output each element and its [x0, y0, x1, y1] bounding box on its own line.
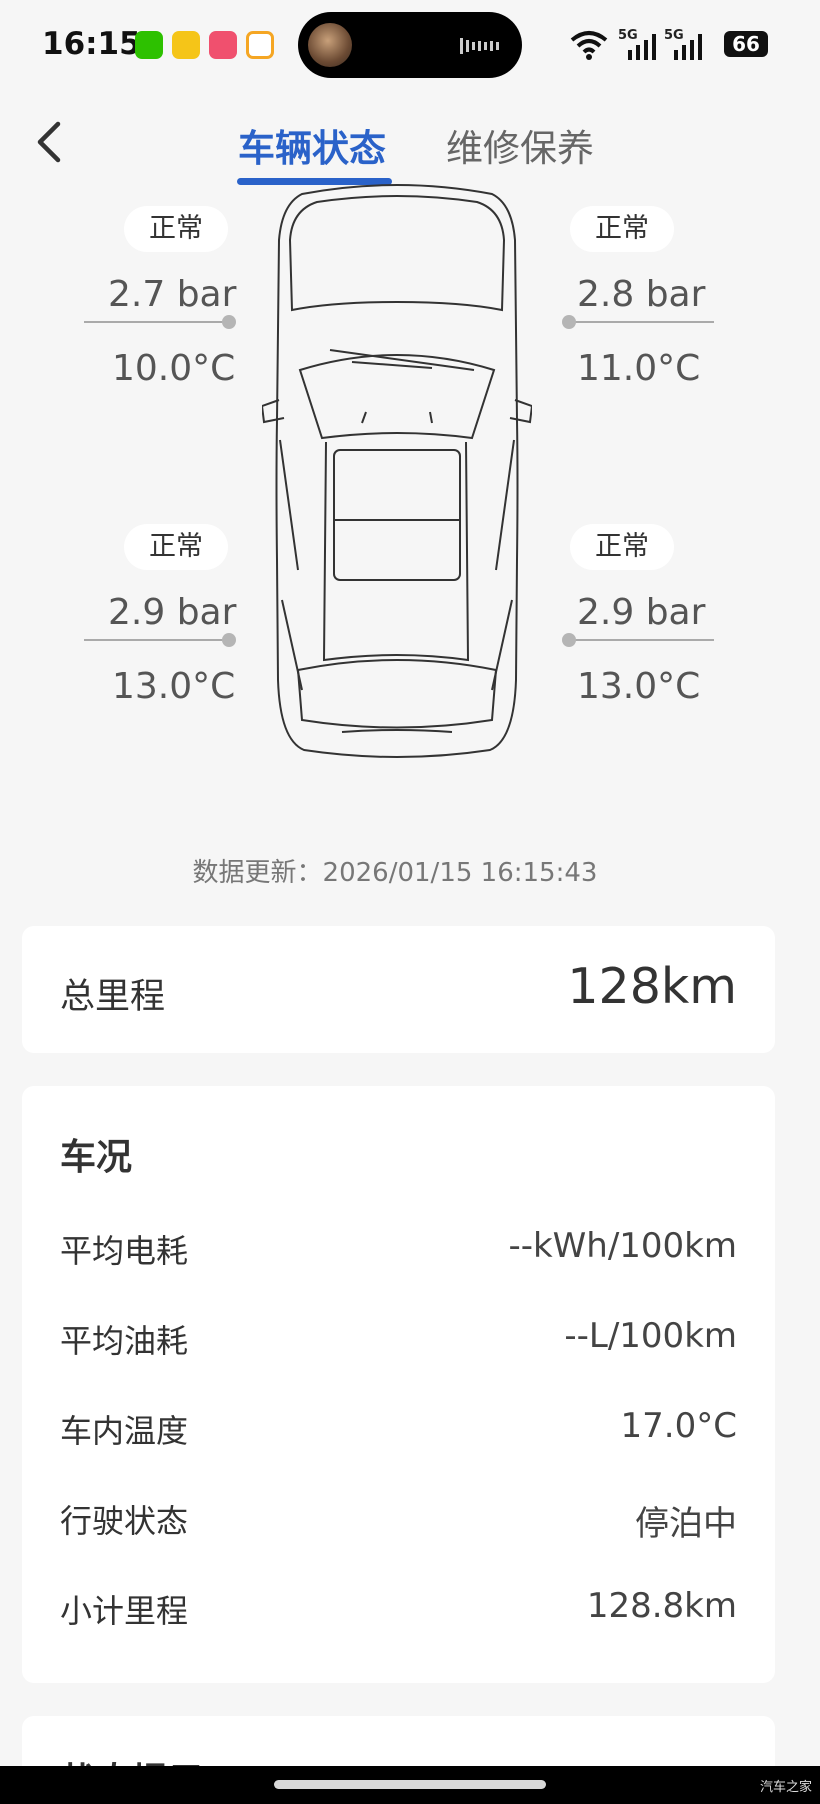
status-time: 16:15	[42, 26, 141, 62]
tire-connector-line	[84, 639, 229, 641]
signal-2-icon	[674, 34, 702, 60]
tire-status-badge: 正常	[124, 206, 228, 252]
total-mileage-card: 总里程 128km	[22, 926, 775, 1053]
tire-connector-dot	[222, 315, 236, 329]
app-a-icon	[172, 31, 200, 59]
row-label: 车内温度	[60, 1412, 189, 1450]
tire-pressure: 2.8 bar	[577, 274, 706, 315]
tire-connector-line	[569, 639, 714, 641]
tire-connector-line	[84, 321, 229, 323]
condition-row-avg-fuel: 平均油耗 --L/100km	[60, 1316, 737, 1366]
tire-temperature: 13.0°C	[577, 666, 701, 707]
tire-status-badge: 正常	[570, 206, 674, 252]
tire-pressure: 2.9 bar	[108, 592, 237, 633]
condition-row-driving-state: 行驶状态 停泊中	[60, 1496, 737, 1546]
row-label: 平均油耗	[60, 1322, 189, 1360]
wifi-icon	[570, 31, 608, 60]
tab-vehicle-status[interactable]: 车辆状态	[238, 118, 386, 172]
car-top-view-illustration	[262, 184, 532, 758]
tab-maintenance[interactable]: 维修保养	[446, 118, 594, 172]
chevron-left-icon	[37, 121, 61, 163]
vehicle-condition-card: 车况 平均电耗 --kWh/100km 平均油耗 --L/100km 车内温度 …	[22, 1086, 775, 1683]
row-value: 停泊中	[635, 1504, 737, 1544]
row-value: 128.8km	[586, 1586, 737, 1626]
row-label: 小计里程	[60, 1592, 189, 1630]
tire-temperature: 13.0°C	[112, 666, 236, 707]
tire-connector-dot	[562, 633, 576, 647]
home-indicator[interactable]	[274, 1780, 546, 1789]
system-nav-bar: 汽车之家	[0, 1766, 820, 1804]
total-mileage-label: 总里程	[60, 977, 166, 1017]
shopping-app-icon	[209, 31, 237, 59]
audio-wave-icon	[460, 38, 499, 54]
tire-connector-dot	[222, 633, 236, 647]
condition-title: 车况	[60, 1137, 133, 1178]
signal-1-icon	[628, 34, 656, 60]
tire-status-badge: 正常	[570, 524, 674, 570]
row-value: 17.0°C	[620, 1406, 737, 1446]
condition-row-trip-mileage: 小计里程 128.8km	[60, 1586, 737, 1636]
wechat-icon	[135, 31, 163, 59]
status-bar: 16:15 5G 5G 66	[0, 0, 820, 90]
row-label: 平均电耗	[60, 1232, 189, 1270]
data-update-time: 数据更新：2026/01/15 16:15:43	[192, 858, 598, 888]
condition-row-cabin-temp: 车内温度 17.0°C	[60, 1406, 737, 1456]
tire-pressure: 2.9 bar	[577, 592, 706, 633]
tire-temperature: 11.0°C	[577, 348, 701, 389]
media-avatar	[308, 23, 352, 67]
battery-indicator: 66	[724, 31, 768, 57]
row-label: 行驶状态	[60, 1502, 189, 1540]
condition-row-avg-electric: 平均电耗 --kWh/100km	[60, 1226, 737, 1276]
tire-pressure: 2.7 bar	[108, 274, 237, 315]
tire-connector-line	[569, 321, 714, 323]
video-app-icon	[246, 31, 274, 59]
watermark-text: 汽车之家	[759, 1780, 812, 1795]
tire-temperature: 10.0°C	[112, 348, 236, 389]
total-mileage-value: 128km	[567, 958, 737, 1015]
row-value: --kWh/100km	[508, 1226, 737, 1266]
back-button[interactable]	[28, 116, 72, 168]
tire-status-badge: 正常	[124, 524, 228, 570]
tire-connector-dot	[562, 315, 576, 329]
dynamic-island[interactable]	[298, 12, 522, 78]
row-value: --L/100km	[564, 1316, 737, 1356]
